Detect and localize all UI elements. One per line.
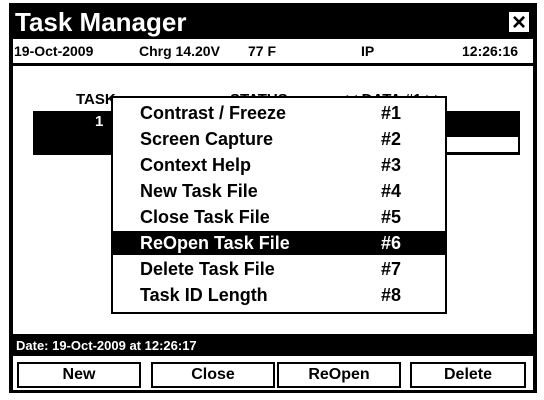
status-time: 12:26:16 — [462, 43, 519, 59]
menu-item-label: New Task File — [140, 181, 258, 201]
status-date: 19-Oct-2009 — [14, 43, 94, 59]
menu-item-number: #7 — [381, 259, 402, 279]
title-bar: Task Manager × — [13, 7, 533, 37]
menu-item-task-id-length[interactable]: Task ID Length #8 — [113, 283, 445, 307]
menu-item-number: #5 — [381, 207, 402, 227]
new-button[interactable]: New — [17, 362, 141, 388]
menu-item-label: Contrast / Freeze — [140, 103, 287, 123]
menu-item-screen-capture[interactable]: Screen Capture #2 — [113, 127, 445, 151]
menu-item-label: ReOpen Task File — [140, 233, 290, 253]
menu-item-number: #3 — [381, 155, 402, 175]
popup-menu: Contrast / Freeze #1 Screen Capture #2 C… — [113, 98, 445, 312]
column-header-task: TASK — [76, 91, 116, 108]
menu-item-new-task-file[interactable]: New Task File #4 — [113, 179, 445, 203]
menu-item-number: #4 — [381, 181, 402, 201]
close-icon[interactable]: × — [508, 11, 530, 35]
status-mode: IP — [361, 43, 375, 59]
menu-item-label: Task ID Length — [140, 285, 268, 305]
date-bar: Date: 19-Oct-2009 at 12:26:17 — [13, 337, 533, 355]
menu-item-label: Screen Capture — [140, 129, 274, 149]
status-bar: 19-Oct-2009 Chrg 14.20V 77 F IP 12:26:16 — [13, 39, 533, 63]
menu-item-reopen-task-file[interactable]: ReOpen Task File #6 — [113, 231, 445, 255]
menu-item-delete-task-file[interactable]: Delete Task File #7 — [113, 257, 445, 281]
window-title: Task Manager — [15, 7, 187, 37]
data-cell — [435, 136, 519, 153]
menu-item-context-help[interactable]: Context Help #3 — [113, 153, 445, 177]
menu-item-number: #8 — [381, 285, 402, 305]
menu-item-label: Close Task File — [140, 207, 270, 227]
status-temperature: 77 F — [248, 43, 277, 59]
date-line: Date: 19-Oct-2009 at 12:26:17 — [16, 338, 197, 353]
menu-item-close-task-file[interactable]: Close Task File #5 — [113, 205, 445, 229]
menu-item-number: #6 — [381, 233, 402, 253]
menu-item-label: Delete Task File — [140, 259, 275, 279]
close-button[interactable]: Close — [151, 362, 275, 388]
task-number: 1 — [95, 113, 104, 130]
status-charge: Chrg 14.20V — [139, 43, 220, 59]
button-bar: New Close ReOpen Delete — [13, 356, 533, 390]
menu-item-label: Context Help — [140, 155, 252, 175]
menu-item-number: #1 — [381, 103, 402, 123]
delete-button[interactable]: Delete — [410, 362, 526, 388]
menu-item-contrast-freeze[interactable]: Contrast / Freeze #1 — [113, 101, 445, 125]
menu-item-number: #2 — [381, 129, 402, 149]
reopen-button[interactable]: ReOpen — [277, 362, 401, 388]
